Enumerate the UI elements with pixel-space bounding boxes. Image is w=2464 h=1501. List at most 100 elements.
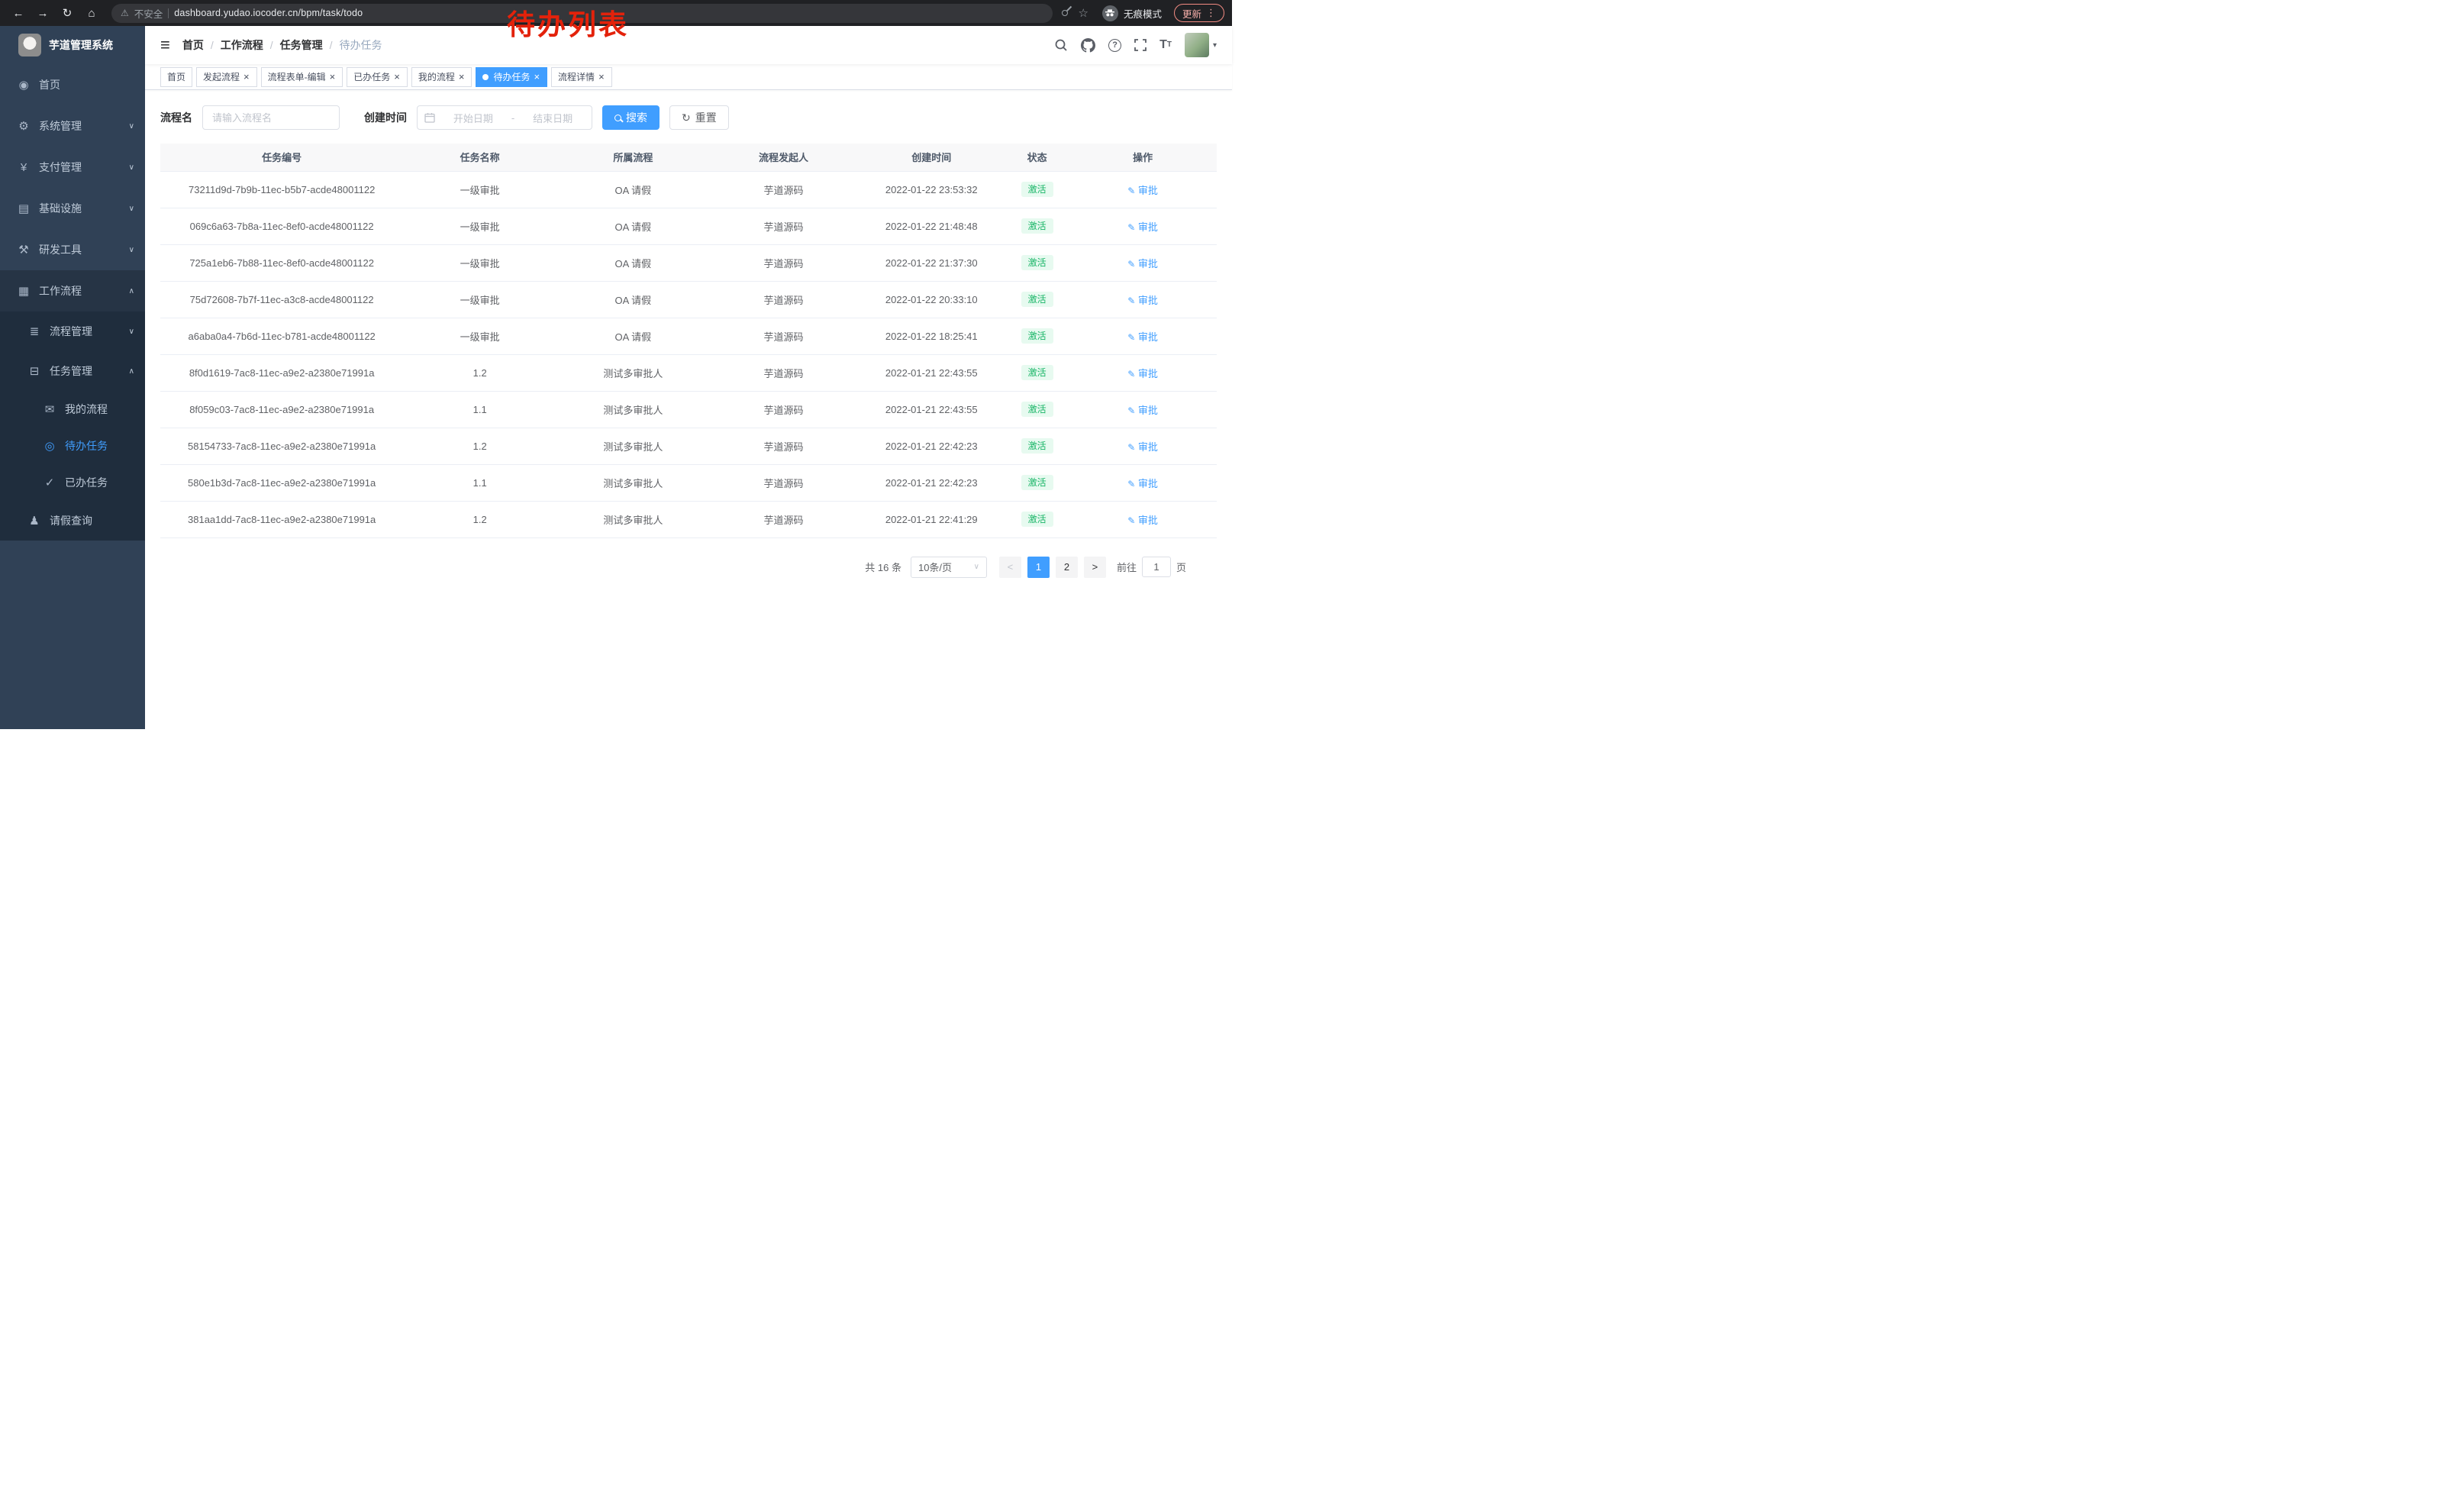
divider [168, 8, 169, 18]
starter-cell: 芋道源码 [710, 281, 858, 318]
status-cell: 激活 [1005, 464, 1069, 501]
close-icon[interactable]: × [393, 72, 401, 82]
sidebar-item-leave-query[interactable]: ♟请假查询 [0, 501, 145, 541]
fullscreen-icon[interactable] [1134, 39, 1147, 51]
reset-button[interactable]: ↻ 重置 [669, 105, 729, 130]
column-header: 任务编号 [160, 144, 403, 171]
tab-my-process[interactable]: 我的流程× [411, 67, 472, 87]
sidebar-item-process-management[interactable]: ≣流程管理∨ [0, 311, 145, 351]
approve-link[interactable]: ✎ 审批 [1127, 295, 1158, 306]
sidebar-item-payment-management[interactable]: ¥支付管理∨ [0, 147, 145, 188]
process-name-input[interactable] [202, 105, 340, 130]
password-key-icon[interactable] [1060, 8, 1069, 17]
sidebar-collapse-icon[interactable]: ≡ [160, 37, 170, 53]
approve-link[interactable]: ✎ 审批 [1127, 331, 1158, 343]
help-icon[interactable]: ? [1108, 39, 1121, 52]
approve-link[interactable]: ✎ 审批 [1127, 221, 1158, 233]
table-header-row: 任务编号任务名称所属流程流程发起人创建时间状态操作 [160, 144, 1217, 171]
approve-link[interactable]: ✎ 审批 [1127, 478, 1158, 489]
created-time-cell: 2022-01-21 22:42:23 [857, 428, 1005, 464]
goto-page-input[interactable] [1142, 557, 1171, 577]
breadcrumb-item[interactable]: 首页 [182, 37, 204, 53]
created-time-cell: 2022-01-22 20:33:10 [857, 281, 1005, 318]
infrastructure-icon: ▤ [15, 202, 32, 215]
sidebar-item-workflow[interactable]: ▦工作流程∧ [0, 270, 145, 311]
column-header: 操作 [1069, 144, 1217, 171]
github-icon[interactable] [1081, 38, 1095, 53]
breadcrumb-item[interactable]: 任务管理 [280, 37, 323, 53]
sidebar-item-my-process[interactable]: ✉我的流程 [0, 391, 145, 428]
tab-process-form-edit[interactable]: 流程表单-编辑× [261, 67, 343, 87]
sidebar-item-system-management[interactable]: ⚙系统管理∨ [0, 105, 145, 147]
kebab-menu-icon: ⋮ [1206, 7, 1216, 19]
close-icon[interactable]: × [533, 72, 540, 82]
search-icon[interactable] [1054, 38, 1068, 52]
tab-process-detail[interactable]: 流程详情× [551, 67, 612, 87]
chevron-down-icon: ∨ [129, 163, 134, 172]
close-icon[interactable]: × [243, 72, 250, 82]
tab-initiate-process[interactable]: 发起流程× [196, 67, 257, 87]
close-icon[interactable]: × [329, 72, 337, 82]
edit-icon: ✎ [1127, 479, 1135, 489]
process-cell: 测试多审批人 [556, 354, 710, 391]
sidebar: 芋道管理系统 ◉首页⚙系统管理∨¥支付管理∨▤基础设施∨⚒研发工具∨▦工作流程∧… [0, 26, 145, 729]
approve-link[interactable]: ✎ 审批 [1127, 368, 1158, 379]
user-menu[interactable]: ▾ [1185, 33, 1217, 57]
close-icon[interactable]: × [458, 72, 466, 82]
page-button-2[interactable]: 2 [1056, 557, 1078, 578]
breadcrumb-separator: / [330, 39, 333, 51]
sidebar-item-label: 我的流程 [65, 402, 108, 417]
column-header: 流程发起人 [710, 144, 858, 171]
home-icon[interactable]: ⌂ [81, 2, 102, 24]
tab-label: 流程表单-编辑 [268, 70, 326, 83]
starter-cell: 芋道源码 [710, 501, 858, 537]
bookmark-star-icon[interactable]: ☆ [1079, 6, 1088, 20]
sidebar-item-infrastructure[interactable]: ▤基础设施∨ [0, 188, 145, 229]
sidebar-item-task-management[interactable]: ⊟任务管理∧ [0, 351, 145, 391]
create-time-label: 创建时间 [364, 110, 407, 125]
sidebar-item-home[interactable]: ◉首页 [0, 64, 145, 105]
page-button-1[interactable]: 1 [1027, 557, 1050, 578]
back-icon[interactable]: ← [8, 2, 29, 24]
task-id-cell: 580e1b3d-7ac8-11ec-a9e2-a2380e71991a [160, 464, 403, 501]
created-time-cell: 2022-01-22 21:37:30 [857, 244, 1005, 281]
approve-link[interactable]: ✎ 审批 [1127, 441, 1158, 453]
breadcrumb-item[interactable]: 工作流程 [221, 37, 263, 53]
browser-update-button[interactable]: 更新 ⋮ [1174, 4, 1224, 22]
app-logo: 芋道管理系统 [0, 26, 145, 64]
devtools-icon: ⚒ [15, 243, 32, 257]
sidebar-item-done-tasks[interactable]: ✓已办任务 [0, 464, 145, 501]
starter-cell: 芋道源码 [710, 318, 858, 354]
tab-home[interactable]: 首页 [160, 67, 192, 87]
sidebar-item-dev-tools[interactable]: ⚒研发工具∨ [0, 229, 145, 270]
created-time-cell: 2022-01-22 21:48:48 [857, 208, 1005, 244]
edit-icon: ✎ [1127, 405, 1135, 416]
sidebar-item-label: 流程管理 [50, 324, 92, 339]
next-page-button[interactable]: > [1084, 557, 1106, 578]
page-size-select[interactable]: 10条/页 ∨ [911, 557, 987, 578]
approve-link[interactable]: ✎ 审批 [1127, 515, 1158, 526]
goto-page: 前往 页 [1117, 557, 1186, 577]
status-badge: 激活 [1021, 365, 1053, 380]
date-range-picker[interactable]: 开始日期 - 结束日期 [417, 105, 592, 130]
close-icon[interactable]: × [598, 72, 605, 82]
font-size-icon[interactable]: TT [1159, 39, 1172, 51]
tab-done-tasks[interactable]: 已办任务× [347, 67, 408, 87]
search-button[interactable]: 搜索 [602, 105, 660, 130]
forward-icon[interactable]: → [32, 2, 53, 24]
approve-link[interactable]: ✎ 审批 [1127, 185, 1158, 196]
table-row: 069c6a63-7b8a-11ec-8ef0-acde48001122一级审批… [160, 208, 1217, 244]
sidebar-item-todo-tasks[interactable]: ◎待办任务 [0, 428, 145, 464]
tab-todo-tasks[interactable]: 待办任务× [476, 67, 547, 87]
prev-page-button[interactable]: < [999, 557, 1021, 578]
address-bar[interactable]: ⚠ 不安全 dashboard.yudao.iocoder.cn/bpm/tas… [111, 4, 1053, 23]
reload-icon[interactable]: ↻ [56, 2, 78, 24]
action-cell: ✎ 审批 [1069, 391, 1217, 428]
process-name-label: 流程名 [160, 110, 192, 125]
approve-link[interactable]: ✎ 审批 [1127, 405, 1158, 416]
edit-icon: ✎ [1127, 259, 1135, 270]
action-cell: ✎ 审批 [1069, 208, 1217, 244]
approve-link[interactable]: ✎ 审批 [1127, 258, 1158, 270]
task-id-cell: a6aba0a4-7b6d-11ec-b781-acde48001122 [160, 318, 403, 354]
edit-icon: ✎ [1127, 222, 1135, 233]
